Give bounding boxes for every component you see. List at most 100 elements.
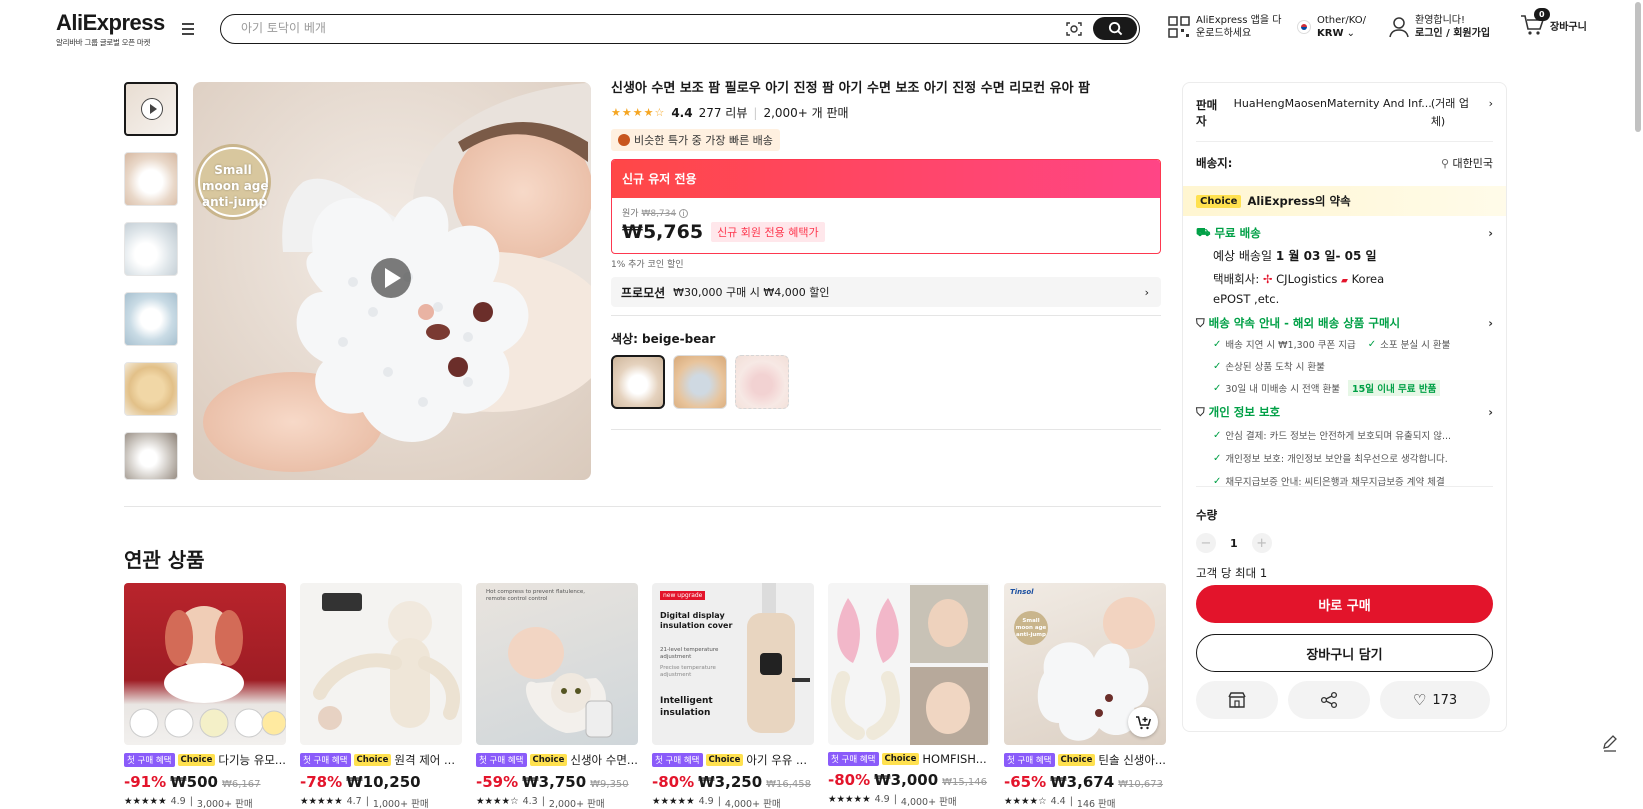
product-card[interactable]: 첫 구매 혜택 Choice 다기능 유모... -91% ₩500 ₩6,167 ★★… bbox=[124, 583, 286, 809]
product-card-image[interactable]: new upgrade Digital display insulation c… bbox=[652, 583, 814, 745]
delivery-promise-section[interactable]: ⛉ 배송 약속 안내 - 해외 배송 상품 구매시 › ✓ 배송 지연 시 ₩1,30… bbox=[1196, 315, 1493, 396]
product-card-image[interactable] bbox=[124, 583, 286, 745]
card-stars: ★★★★★ bbox=[300, 796, 343, 807]
thumbnail-image[interactable] bbox=[124, 432, 178, 480]
product-card-image[interactable]: Hot compress to prevent flatulence, remo… bbox=[476, 583, 638, 745]
swatch-beige-bear[interactable] bbox=[611, 355, 665, 409]
main-product-image[interactable]: Small moon age anti-jump bbox=[193, 82, 591, 480]
product-card[interactable]: 첫 구매 혜택 Choice 원격 제어 ... -78% ₩10,250 ★★★★★… bbox=[300, 583, 462, 809]
free-return-tag: 15일 이내 무료 반품 bbox=[1347, 380, 1441, 396]
promise-item: ✓ 30일 내 미배송 시 전액 환불 15일 이내 무료 반품 bbox=[1213, 380, 1493, 396]
promotion-row[interactable]: 프로모션 ₩30,000 구매 시 ₩4,000 할인 › bbox=[611, 277, 1161, 307]
quantity-stepper: − 1 + bbox=[1196, 533, 1493, 553]
rating-row[interactable]: ★★★★☆ 4.4 277 리뷰 | 2,000+ 개 판매 bbox=[611, 104, 1161, 121]
product-card[interactable]: Hot compress to prevent flatulence, remo… bbox=[476, 583, 638, 809]
card-photo bbox=[129, 606, 286, 738]
first-purchase-tag: 첫 구매 혜택 bbox=[652, 753, 703, 767]
delivery-estimate: 예상 배송일 1 월 03 일- 05 일 bbox=[1213, 249, 1377, 263]
swatch-option[interactable] bbox=[673, 355, 727, 409]
card-photo bbox=[747, 583, 810, 733]
free-shipping-section[interactable]: ⛟ 무료 배송 › 예상 배송일 1 월 03 일- 05 일 택배회사: ✢ CJ… bbox=[1196, 225, 1493, 308]
aliexpress-logo[interactable]: AliExpress 알리바바 그룹 글로벌 오픈 마켓 bbox=[56, 10, 165, 48]
product-card-image[interactable]: Tinsol Small moon age anti-jump bbox=[1004, 583, 1166, 745]
product-card[interactable]: 첫 구매 혜택 Choice HOMFISH... -80% ₩3,000 ₩15,14… bbox=[828, 583, 990, 809]
product-card[interactable]: Tinsol Small moon age anti-jump 첫 구매 혜택 C… bbox=[1004, 583, 1166, 809]
seller-suffix: (거래 업체) bbox=[1430, 97, 1469, 128]
card-name: HOMFISH... bbox=[922, 752, 987, 766]
choice-tag: Choice bbox=[529, 754, 568, 766]
cart-count-badge: 0 bbox=[1534, 8, 1550, 21]
choice-promise-text: AliExpress의 약속 bbox=[1247, 194, 1351, 208]
add-to-cart-button[interactable]: 장바구니 담기 bbox=[1196, 634, 1493, 672]
carrier-info: 택배회사: ✢ CJLogistics ▰ Korea ePOST ,etc. bbox=[1213, 272, 1385, 306]
deal-box: 신규 유저 전용 원가 ₩8,734 i ₩5,765 신규 회원 전용 혜택가 bbox=[611, 159, 1161, 254]
choice-tag: Choice bbox=[177, 754, 216, 766]
share-button[interactable] bbox=[1288, 681, 1370, 719]
chevron-down-icon: ⌄ bbox=[1346, 28, 1356, 39]
product-card-image[interactable] bbox=[300, 583, 462, 745]
card-strike-price: ₩15,146 bbox=[942, 777, 988, 788]
thumbnail-image[interactable] bbox=[124, 152, 178, 206]
edit-pencil-icon[interactable] bbox=[1600, 733, 1620, 753]
account-menu[interactable]: 환영합니다! 로그인 / 회원가입 bbox=[1389, 14, 1490, 40]
product-card[interactable]: new upgrade Digital display insulation c… bbox=[652, 583, 814, 809]
card-price: ₩3,750 bbox=[522, 773, 587, 791]
play-icon bbox=[141, 98, 163, 120]
card-stars: ★★★★★ bbox=[652, 796, 695, 807]
thumbnail-image[interactable] bbox=[124, 292, 178, 346]
seller-name[interactable]: HuaHengMaosenMaternity And Inf... bbox=[1234, 97, 1431, 131]
currency: KRW bbox=[1317, 28, 1344, 39]
card-sold: 2,000+ 판매 bbox=[548, 799, 605, 809]
search-button[interactable] bbox=[1093, 17, 1137, 40]
thumbnail-image[interactable] bbox=[124, 362, 178, 416]
thumbnail-video[interactable] bbox=[124, 82, 178, 136]
decrease-button[interactable]: − bbox=[1196, 533, 1216, 553]
region-selector[interactable]: Other/KO/KRW ⌄ bbox=[1297, 14, 1366, 40]
promotion-label: 프로모션 bbox=[621, 285, 666, 300]
privacy-section[interactable]: ⛉ 개인 정보 보호 › ✓ 안심 결제: 카드 정보는 안전하게 보호되며 유출되지… bbox=[1196, 404, 1493, 489]
card-discount: -80% bbox=[652, 773, 695, 791]
card-sold: 1,000+ 판매 bbox=[372, 799, 429, 809]
info-icon[interactable]: i bbox=[678, 209, 688, 218]
thumbnail-image[interactable] bbox=[124, 222, 178, 276]
product-info: 신생아 수면 보조 팜 필로우 아기 진정 팜 아기 수면 보조 아기 진정 수… bbox=[611, 80, 1161, 430]
promotion-text: ₩30,000 구매 시 ₩4,000 할인 bbox=[673, 286, 830, 299]
store-button[interactable] bbox=[1196, 681, 1278, 719]
promise-item: ✓ 손상된 상품 도착 시 환불 bbox=[1213, 360, 1325, 374]
qr-code-icon bbox=[1168, 16, 1190, 38]
korea-flag-icon bbox=[1297, 20, 1311, 34]
cart-link[interactable]: 0 장바구니 bbox=[1520, 8, 1587, 40]
swatch-option[interactable] bbox=[735, 355, 789, 409]
quantity-section: 수량 − 1 + 고객 당 최대 1 bbox=[1196, 507, 1493, 581]
color-label: 색상: beige-bear bbox=[611, 332, 716, 346]
cj-logo-icon: ✢ bbox=[1262, 272, 1273, 286]
card-photo bbox=[313, 593, 460, 730]
card-discount: -65% bbox=[1004, 773, 1047, 791]
seller-row[interactable]: 판매자 HuaHengMaosenMaternity And Inf... (거… bbox=[1196, 97, 1493, 131]
product-card-image[interactable] bbox=[828, 583, 990, 745]
card-sold: 4,000+ 판매 bbox=[900, 797, 957, 808]
sold-count: 2,000+ 개 판매 bbox=[763, 106, 849, 120]
app-download[interactable]: AliExpress 앱을 다 운로드하세요 bbox=[1168, 14, 1281, 40]
image-search-icon[interactable] bbox=[1065, 20, 1083, 38]
privacy-item: ✓ 안심 결제: 카드 정보는 안전하게 보호되며 유출되지 않... bbox=[1213, 429, 1452, 443]
card-rating: 4.7 bbox=[346, 796, 362, 807]
card-stars: ★★★★★ bbox=[124, 796, 167, 807]
location-pin-icon: ⚲ bbox=[1440, 157, 1450, 170]
wishlist-button[interactable]: ♡ 173 bbox=[1380, 681, 1490, 719]
ship-to-row[interactable]: 배송지: ⚲ 대한민국 bbox=[1196, 155, 1493, 171]
ship-country: 대한민국 bbox=[1452, 157, 1493, 170]
card-rating: 4.4 bbox=[1050, 796, 1066, 807]
card-discount: -78% bbox=[300, 773, 343, 791]
flame-icon bbox=[618, 134, 630, 146]
buy-now-button[interactable]: 바로 구매 bbox=[1196, 585, 1493, 623]
search-input[interactable] bbox=[241, 21, 1041, 35]
quantity-limit: 고객 당 최대 1 bbox=[1196, 566, 1268, 580]
page-scrollbar[interactable] bbox=[1635, 2, 1641, 132]
quantity-value: 1 bbox=[1230, 536, 1238, 550]
review-count[interactable]: 277 리뷰 bbox=[699, 104, 748, 121]
add-to-cart-icon[interactable] bbox=[1128, 707, 1158, 737]
deal-header: 신규 유저 전용 bbox=[612, 160, 1160, 198]
increase-button[interactable]: + bbox=[1251, 533, 1272, 553]
category-menu-icon[interactable] bbox=[180, 23, 196, 37]
